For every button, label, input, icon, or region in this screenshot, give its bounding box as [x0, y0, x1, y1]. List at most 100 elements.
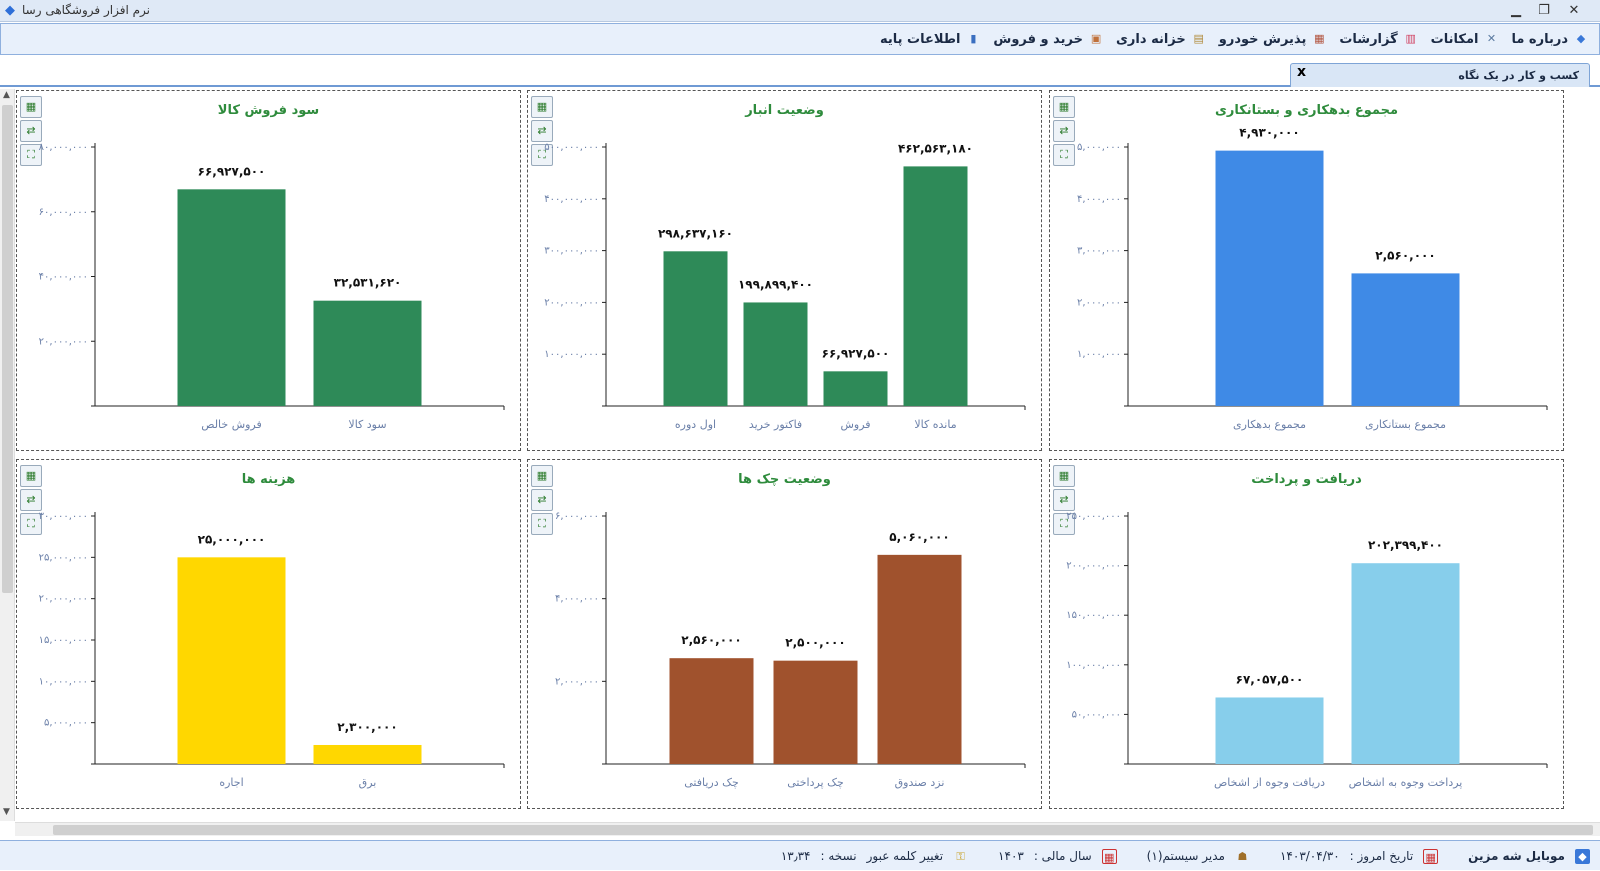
data-label: ۲,۵۶۰,۰۰۰	[681, 633, 741, 647]
scroll-down-icon[interactable]: ▼	[3, 807, 10, 817]
fiscal-year-value: ۱۴۰۳	[998, 849, 1024, 863]
x-tick-label: چک دریافتی	[684, 776, 739, 789]
menu-item-label: امکانات	[1430, 31, 1479, 47]
version-value: ۱۳٫۳۴	[780, 849, 811, 863]
minimize-button[interactable]: ▁	[1502, 1, 1530, 20]
bar-chart: ۲,۰۰۰,۰۰۰ ۴,۰۰۰,۰۰۰ ۶,۰۰۰,۰۰۰ ۲,۵۶۰,۰۰۰ چک د…	[555, 511, 1026, 789]
x-tick-label: مجموع بدهکاری	[1233, 418, 1306, 431]
bar	[669, 658, 754, 764]
bar-chart: ۵,۰۰۰,۰۰۰ ۱۰,۰۰۰,۰۰۰ ۱۵,۰۰۰,۰۰۰ ۲۰,۰۰۰,۰۰۰ ۲…	[39, 511, 505, 789]
y-tick-label: ۱۰۰,۰۰۰,۰۰۰	[1066, 660, 1121, 671]
y-tick-label: ۶,۰۰۰,۰۰۰	[555, 511, 599, 522]
panel-sales-profit: ▦ ⇄ ⛶ سود فروش کالا ۲۰,۰۰۰,۰۰۰ ۴۰,۰۰۰,۰۰۰ ۶۰,۰…	[16, 90, 521, 451]
x-tick-label: اجاره	[219, 776, 243, 789]
tab-close-icon[interactable]: x	[1297, 64, 1306, 80]
y-tick-label: ۴,۰۰۰,۰۰۰	[555, 594, 599, 605]
vertical-scroll-thumb[interactable]	[2, 105, 13, 593]
key-icon[interactable]: ⚿	[953, 849, 968, 864]
y-tick-label: ۶۰,۰۰۰,۰۰۰	[39, 207, 88, 218]
dashboard-content: ▲ ▼ ▦ ⇄ ⛶ مجموع بدهکاری و بستانکاری ۱,۰۰۰,۰۰…	[0, 89, 1600, 826]
bar	[877, 554, 962, 764]
data-label: ۲,۳۰۰,۰۰۰	[337, 720, 397, 734]
version-label: نسخه :	[820, 849, 857, 863]
menu-bar: ▮ اطلاعات پایه ▣ خرید و فروش ▤ خزانه داری ▦ پذی…	[0, 23, 1600, 55]
data-label: ۴,۹۳۰,۰۰۰	[1239, 126, 1299, 140]
status-bar: ◆ موبایل شه مزین ▦ تاریخ امروز : ۱۴۰۳/۰۴…	[0, 840, 1600, 870]
x-tick-label: سود کالا	[348, 418, 386, 431]
x-tick-label: مجموع بستانکاری	[1365, 418, 1446, 431]
menu-item-1[interactable]: ▣ خرید و فروش	[993, 31, 1104, 47]
panel-debit-credit: ▦ ⇄ ⛶ مجموع بدهکاری و بستانکاری ۱,۰۰۰,۰۰۰ ۲,۰…	[1049, 90, 1564, 451]
close-window-button[interactable]: ✕	[1560, 1, 1588, 20]
bar	[1351, 563, 1460, 764]
y-tick-label: ۱۰,۰۰۰,۰۰۰	[39, 676, 88, 687]
y-tick-label: ۲۰۰,۰۰۰,۰۰۰	[1066, 561, 1121, 572]
tab-business-overview[interactable]: کسب و کار در یک نگاه x	[1290, 63, 1590, 87]
menu-item-0[interactable]: ▮ اطلاعات پایه	[880, 31, 981, 47]
horizontal-scrollbar[interactable]	[15, 822, 1600, 836]
bar	[743, 302, 808, 406]
menu-item-label: اطلاعات پایه	[879, 31, 961, 47]
y-tick-label: ۳۰۰,۰۰۰,۰۰۰	[544, 246, 599, 257]
y-tick-label: ۱۵,۰۰۰,۰۰۰	[39, 635, 88, 646]
menu-item-2[interactable]: ▤ خزانه داری	[1116, 31, 1207, 47]
menu-item-6[interactable]: ◆ درباره ما	[1511, 31, 1589, 47]
bar-chart: ۱۰۰,۰۰۰,۰۰۰ ۲۰۰,۰۰۰,۰۰۰ ۳۰۰,۰۰۰,۰۰۰ ۴۰۰,۰۰۰…	[544, 141, 1026, 431]
y-tick-label: ۸۰,۰۰۰,۰۰۰	[39, 142, 88, 153]
y-tick-label: ۲۵۰,۰۰۰,۰۰۰	[1066, 511, 1121, 522]
car-box-icon: ▦	[1314, 32, 1325, 45]
x-tick-label: اول دوره	[675, 418, 716, 431]
data-label: ۶۶,۹۲۷,۵۰۰	[198, 164, 266, 178]
x-tick-label: نزد صندوق	[895, 776, 945, 789]
x-tick-label: فاکتور خرید	[749, 418, 802, 431]
x-tick-label: برق	[359, 776, 377, 789]
tab-strip: کسب و کار در یک نگاه x	[0, 55, 1600, 87]
scroll-up-icon[interactable]: ▲	[3, 90, 10, 100]
x-tick-label: فروش خالص	[201, 418, 262, 431]
company-name: موبایل شه مزین	[1468, 849, 1565, 863]
cube-icon: ◆	[1575, 848, 1590, 864]
bar	[313, 300, 422, 406]
app-cube-icon: ◆	[5, 3, 15, 18]
bar-chart-icon: ▥	[1405, 32, 1416, 45]
x-tick-label: مانده کالا	[914, 418, 956, 431]
user-icon: ☗	[1237, 849, 1248, 863]
x-tick-label: چک پرداختی	[787, 776, 844, 789]
y-tick-label: ۳۰,۰۰۰,۰۰۰	[39, 511, 88, 522]
bar	[1215, 150, 1324, 406]
data-label: ۲,۵۰۰,۰۰۰	[785, 636, 845, 650]
panel-cheques: ▦ ⇄ ⛶ وضعیت چک ها ۲,۰۰۰,۰۰۰ ۴,۰۰۰,۰۰۰ ۶,۰۰۰,۰۰…	[527, 459, 1042, 809]
vertical-scrollbar[interactable]: ▲ ▼	[0, 89, 15, 821]
y-tick-label: ۲,۰۰۰,۰۰۰	[555, 676, 599, 687]
bar	[177, 189, 286, 406]
y-tick-label: ۲۰,۰۰۰,۰۰۰	[39, 594, 88, 605]
user-name: مدیر سیستم(۱)	[1146, 849, 1225, 863]
bar-chart: ۲۰,۰۰۰,۰۰۰ ۴۰,۰۰۰,۰۰۰ ۶۰,۰۰۰,۰۰۰ ۸۰,۰۰۰,۰۰۰…	[39, 142, 505, 431]
panel-inventory: ▦ ⇄ ⛶ وضعیت انبار ۱۰۰,۰۰۰,۰۰۰ ۲۰۰,۰۰۰,۰۰۰ ۳۰۰,…	[527, 90, 1042, 451]
bar	[773, 660, 858, 764]
data-label: ۶۷,۰۵۷,۵۰۰	[1236, 672, 1304, 686]
bar-chart: ۱,۰۰۰,۰۰۰ ۲,۰۰۰,۰۰۰ ۳,۰۰۰,۰۰۰ ۴,۰۰۰,۰۰۰ ۵,۰۰…	[1077, 126, 1548, 431]
tools-icon: ✕	[1486, 32, 1497, 45]
data-label: ۴۶۲,۵۶۳,۱۸۰	[898, 141, 973, 155]
x-tick-label: دریافت وجوه از اشخاص	[1214, 776, 1325, 789]
y-tick-label: ۴۰,۰۰۰,۰۰۰	[39, 272, 88, 283]
y-tick-label: ۵۰۰,۰۰۰,۰۰۰	[544, 142, 599, 153]
menu-item-4[interactable]: ▥ گزارشات	[1339, 31, 1418, 47]
menu-item-3[interactable]: ▦ پذیرش خودرو	[1219, 31, 1328, 47]
y-tick-label: ۲۰,۰۰۰,۰۰۰	[39, 336, 88, 347]
data-label: ۱۹۹,۸۹۹,۴۰۰	[738, 277, 813, 291]
calendar-icon: ▦	[1101, 848, 1117, 864]
y-tick-label: ۲۵,۰۰۰,۰۰۰	[39, 552, 88, 563]
y-tick-label: ۱۵۰,۰۰۰,۰۰۰	[1066, 610, 1121, 621]
safe-icon: ▤	[1193, 32, 1204, 45]
menu-item-5[interactable]: ✕ امکانات	[1431, 31, 1500, 47]
y-tick-label: ۱,۰۰۰,۰۰۰	[1077, 349, 1121, 360]
y-tick-label: ۵,۰۰۰,۰۰۰	[44, 718, 88, 729]
y-tick-label: ۲,۰۰۰,۰۰۰	[1077, 297, 1121, 308]
y-tick-label: ۴۰۰,۰۰۰,۰۰۰	[544, 194, 599, 205]
horizontal-scroll-thumb[interactable]	[53, 825, 1593, 835]
date-value: ۱۴۰۳/۰۴/۳۰	[1279, 849, 1340, 863]
restore-button[interactable]: ❐	[1530, 1, 1558, 20]
change-password-link[interactable]: تغییر کلمه عبور	[867, 849, 943, 863]
